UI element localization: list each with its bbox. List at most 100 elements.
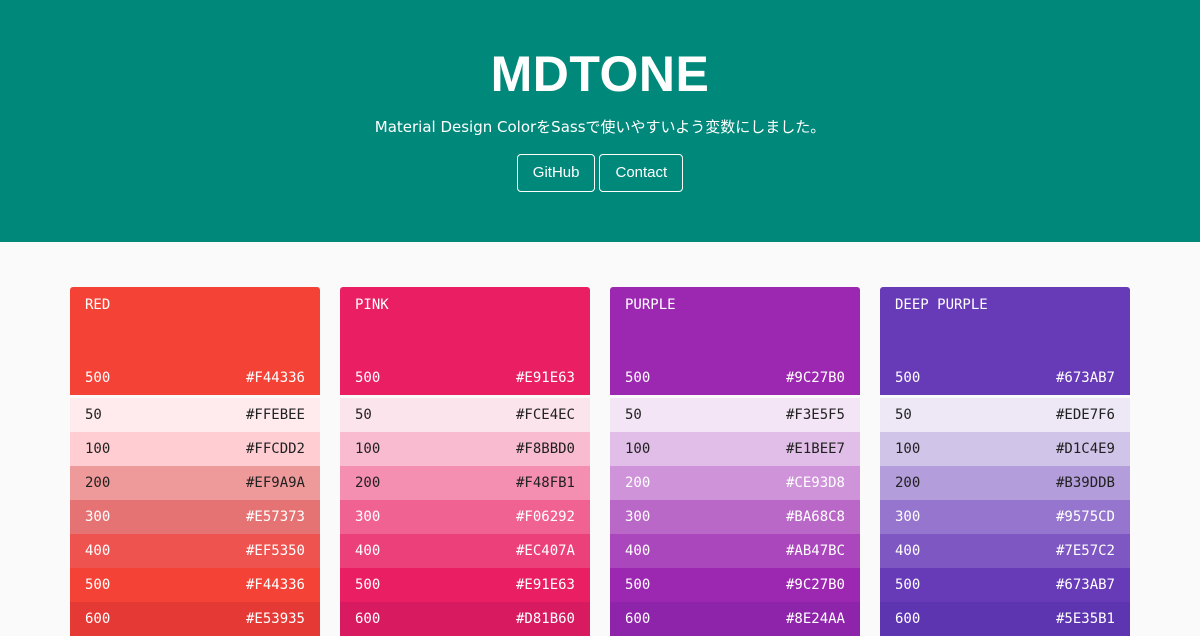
palette-header-shade: 500: [895, 370, 921, 386]
palette-header-shade: 500: [85, 370, 111, 386]
palette-name: PINK: [355, 297, 389, 313]
swatch-hex: #F48FB1: [515, 475, 575, 491]
color-swatch[interactable]: 400 #7E57C2: [880, 534, 1130, 568]
palette-header[interactable]: DEEP PURPLE 500 #673AB7: [880, 287, 1130, 395]
swatch-hex: #F44336: [245, 577, 305, 593]
palette-header-hex: #E91E63: [515, 370, 575, 386]
color-swatch[interactable]: 600 #D81B60: [340, 602, 590, 636]
swatch-hex: #EF5350: [245, 543, 305, 559]
palette-header-hex: #673AB7: [1055, 370, 1115, 386]
palette-card-pink: PINK 500 #E91E63 50 #FCE4EC 100 #F8BBD0 20…: [340, 287, 590, 636]
color-swatch[interactable]: 100 #FFCDD2: [70, 432, 320, 466]
swatch-hex: #E57373: [245, 509, 305, 525]
color-swatch[interactable]: 200 #F48FB1: [340, 466, 590, 500]
color-swatch[interactable]: 50 #FCE4EC: [340, 398, 590, 432]
swatch-hex: #E91E63: [515, 577, 575, 593]
color-swatch[interactable]: 300 #E57373: [70, 500, 320, 534]
swatch-shade: 500: [85, 577, 111, 593]
swatch-shade: 200: [625, 475, 651, 491]
swatch-hex: #9C27B0: [785, 577, 845, 593]
color-swatch[interactable]: 300 #BA68C8: [610, 500, 860, 534]
palette-card-purple: PURPLE 500 #9C27B0 50 #F3E5F5 100 #E1BEE7 …: [610, 287, 860, 636]
palette-header[interactable]: PINK 500 #E91E63: [340, 287, 590, 395]
color-swatch[interactable]: 400 #EF5350: [70, 534, 320, 568]
palette-grid: RED 500 #F44336 50 #FFEBEE 100 #FFCDD2 200…: [70, 287, 1130, 636]
color-swatch[interactable]: 500 #F44336: [70, 568, 320, 602]
swatch-shade: 600: [895, 611, 921, 627]
palette-header-hex: #9C27B0: [785, 370, 845, 386]
hero-header: MDTONE Material Design ColorをSassで使いやすいよ…: [0, 0, 1200, 242]
swatch-hex: #CE93D8: [785, 475, 845, 491]
swatch-hex: #EC407A: [515, 543, 575, 559]
swatch-shade: 600: [625, 611, 651, 627]
palette-header-hex: #F44336: [245, 370, 305, 386]
palette-header[interactable]: RED 500 #F44336: [70, 287, 320, 395]
site-title: MDTONE: [490, 46, 710, 102]
color-swatch[interactable]: 200 #EF9A9A: [70, 466, 320, 500]
swatch-shade: 100: [895, 441, 921, 457]
swatch-shade: 400: [625, 543, 651, 559]
swatch-shade: 600: [355, 611, 381, 627]
swatch-hex: #D81B60: [515, 611, 575, 627]
swatch-hex: #9575CD: [1055, 509, 1115, 525]
color-swatch[interactable]: 400 #AB47BC: [610, 534, 860, 568]
swatch-shade: 200: [355, 475, 381, 491]
color-swatch[interactable]: 50 #EDE7F6: [880, 398, 1130, 432]
swatch-shade: 200: [895, 475, 921, 491]
swatch-hex: #FFCDD2: [245, 441, 305, 457]
color-swatch[interactable]: 500 #E91E63: [340, 568, 590, 602]
color-swatch[interactable]: 300 #F06292: [340, 500, 590, 534]
palette-card-red: RED 500 #F44336 50 #FFEBEE 100 #FFCDD2 200…: [70, 287, 320, 636]
swatch-shade: 600: [85, 611, 111, 627]
palette-header[interactable]: PURPLE 500 #9C27B0: [610, 287, 860, 395]
swatch-shade: 300: [625, 509, 651, 525]
swatch-shade: 100: [625, 441, 651, 457]
swatch-shade: 50: [85, 407, 102, 423]
swatch-hex: #F06292: [515, 509, 575, 525]
color-swatch[interactable]: 50 #FFEBEE: [70, 398, 320, 432]
palette-header-shade: 500: [625, 370, 651, 386]
color-swatch[interactable]: 500 #673AB7: [880, 568, 1130, 602]
color-swatch[interactable]: 600 #5E35B1: [880, 602, 1130, 636]
swatch-hex: #FCE4EC: [515, 407, 575, 423]
color-swatch[interactable]: 200 #CE93D8: [610, 466, 860, 500]
github-button[interactable]: GitHub: [516, 154, 596, 192]
swatch-shade: 50: [895, 407, 912, 423]
color-swatch[interactable]: 300 #9575CD: [880, 500, 1130, 534]
site-subtitle: Material Design ColorをSassで使いやすいよう変数にしまし…: [374, 118, 826, 136]
palette-name: RED: [85, 297, 111, 313]
swatch-shade: 500: [625, 577, 651, 593]
swatch-hex: #F3E5F5: [785, 407, 845, 423]
color-swatch[interactable]: 600 #8E24AA: [610, 602, 860, 636]
color-swatch[interactable]: 100 #F8BBD0: [340, 432, 590, 466]
swatch-hex: #B39DDB: [1055, 475, 1115, 491]
swatch-hex: #E1BEE7: [785, 441, 845, 457]
swatch-shade: 300: [895, 509, 921, 525]
swatch-hex: #BA68C8: [785, 509, 845, 525]
swatch-hex: #EF9A9A: [245, 475, 305, 491]
swatch-shade: 400: [85, 543, 111, 559]
color-swatch[interactable]: 400 #EC407A: [340, 534, 590, 568]
hero-button-group: GitHub Contact: [0, 154, 1200, 192]
color-swatch[interactable]: 600 #E53935: [70, 602, 320, 636]
swatch-hex: #AB47BC: [785, 543, 845, 559]
swatch-shade: 400: [895, 543, 921, 559]
palette-card-deep-purple: DEEP PURPLE 500 #673AB7 50 #EDE7F6 100 #D1…: [880, 287, 1130, 636]
swatch-hex: #EDE7F6: [1055, 407, 1115, 423]
color-swatch[interactable]: 100 #E1BEE7: [610, 432, 860, 466]
swatch-hex: #8E24AA: [785, 611, 845, 627]
color-swatch[interactable]: 200 #B39DDB: [880, 466, 1130, 500]
swatch-shade: 300: [85, 509, 111, 525]
contact-button[interactable]: Contact: [599, 154, 684, 192]
swatch-shade: 400: [355, 543, 381, 559]
swatch-shade: 200: [85, 475, 111, 491]
swatch-shade: 500: [895, 577, 921, 593]
swatch-shade: 50: [355, 407, 372, 423]
color-swatch[interactable]: 500 #9C27B0: [610, 568, 860, 602]
color-swatch[interactable]: 50 #F3E5F5: [610, 398, 860, 432]
swatch-shade: 500: [355, 577, 381, 593]
color-swatch[interactable]: 100 #D1C4E9: [880, 432, 1130, 466]
swatch-hex: #D1C4E9: [1055, 441, 1115, 457]
swatch-hex: #FFEBEE: [245, 407, 305, 423]
swatch-shade: 300: [355, 509, 381, 525]
